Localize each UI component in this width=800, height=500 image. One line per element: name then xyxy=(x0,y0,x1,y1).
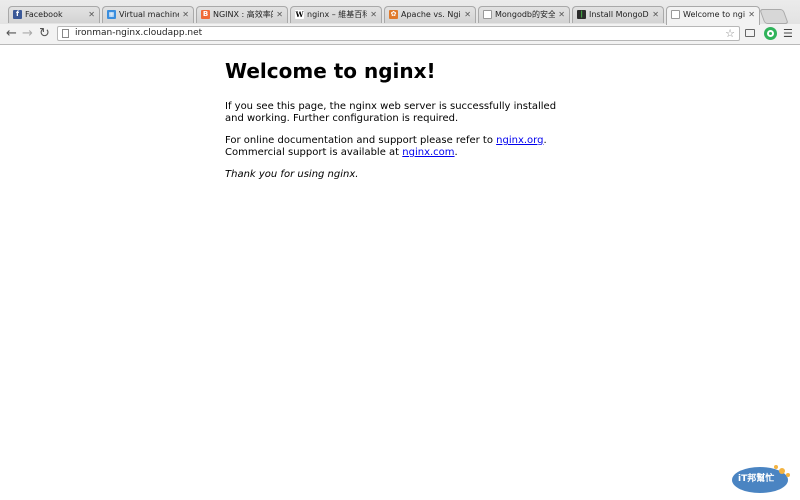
page-icon xyxy=(62,29,69,38)
tab-install-mongodb[interactable]: ❙ Install MongoDB o ✕ xyxy=(572,6,664,23)
blogger-icon: B xyxy=(201,10,210,19)
facebook-icon: f xyxy=(13,10,22,19)
page-content: Welcome to nginx! If you see this page, … xyxy=(0,45,800,500)
tab-title: Apache vs. Nginx xyxy=(401,10,461,19)
tab-title: NGINX : 高效率的 W xyxy=(213,10,273,19)
extension-icon[interactable] xyxy=(764,27,777,40)
close-icon[interactable]: ✕ xyxy=(182,7,189,22)
page-icon xyxy=(671,10,680,19)
tab-title: Install MongoDB o xyxy=(589,10,649,19)
docs-text: For online documentation and support ple… xyxy=(225,135,497,146)
close-icon[interactable]: ✕ xyxy=(464,7,471,22)
menu-icon[interactable]: ☰ xyxy=(783,27,796,40)
close-icon[interactable]: ✕ xyxy=(88,7,95,22)
address-bar[interactable]: ironman-nginx.cloudapp.net ☆ xyxy=(57,26,740,41)
mongodb-icon: ❙ xyxy=(577,10,586,19)
browser-chrome: f Facebook ✕ ▦ Virtual machines - ✕ B NG… xyxy=(0,0,800,45)
intro-paragraph: If you see this page, the nginx web serv… xyxy=(225,101,557,124)
close-icon[interactable]: ✕ xyxy=(748,7,755,22)
tab-apache-vs-nginx[interactable]: ✿ Apache vs. Nginx ✕ xyxy=(384,6,476,23)
page-icon xyxy=(483,10,492,19)
nginx-com-link[interactable]: nginx.com xyxy=(402,147,454,158)
close-icon[interactable]: ✕ xyxy=(276,7,283,22)
close-icon[interactable]: ✕ xyxy=(652,7,659,22)
tab-nginx-blog[interactable]: B NGINX : 高效率的 W ✕ xyxy=(196,6,288,23)
tab-facebook[interactable]: f Facebook ✕ xyxy=(8,6,100,23)
back-arrow-icon[interactable]: ← xyxy=(6,26,17,42)
docs-paragraph: For online documentation and support ple… xyxy=(225,135,547,158)
tab-welcome-nginx[interactable]: Welcome to nginx! ✕ xyxy=(666,6,760,25)
forward-arrow-icon[interactable]: → xyxy=(22,26,33,42)
tab-title: nginx – 維基百科， xyxy=(307,10,367,19)
tab-title: Virtual machines - xyxy=(119,10,179,19)
windows-icon: ▦ xyxy=(107,10,116,19)
watermark-text: iT邦幫忙 xyxy=(738,474,775,484)
close-icon[interactable]: ✕ xyxy=(558,7,565,22)
close-icon[interactable]: ✕ xyxy=(370,7,377,22)
wikipedia-icon: W xyxy=(295,10,304,19)
url-text[interactable]: ironman-nginx.cloudapp.net xyxy=(75,27,202,40)
tab-wikipedia[interactable]: W nginx – 維基百科， ✕ xyxy=(290,6,382,23)
support-text: Commercial support is available at xyxy=(225,147,403,158)
nginx-welcome: Welcome to nginx! If you see this page, … xyxy=(225,59,565,191)
cast-icon[interactable] xyxy=(745,29,755,37)
nginx-org-link[interactable]: nginx.org xyxy=(496,135,543,146)
apache-icon: ✿ xyxy=(389,10,398,19)
reload-icon[interactable]: ↻ xyxy=(39,26,50,42)
tab-mongodb-security[interactable]: Mongodb的安全性 ✕ xyxy=(478,6,570,23)
tab-strip: f Facebook ✕ ▦ Virtual machines - ✕ B NG… xyxy=(0,6,800,25)
tab-title: Facebook xyxy=(25,10,63,19)
tab-title: Mongodb的安全性 xyxy=(495,10,555,19)
page-title: Welcome to nginx! xyxy=(225,59,436,83)
tab-title: Welcome to nginx! xyxy=(683,10,745,19)
toolbar: ← → ↻ ironman-nginx.cloudapp.net ☆ ☰ xyxy=(0,24,800,44)
thanks-text: Thank you for using nginx. xyxy=(225,169,359,180)
bookmark-star-icon[interactable]: ☆ xyxy=(725,27,735,40)
tab-virtual-machines[interactable]: ▦ Virtual machines - ✕ xyxy=(102,6,194,23)
new-tab-button[interactable] xyxy=(759,9,789,24)
